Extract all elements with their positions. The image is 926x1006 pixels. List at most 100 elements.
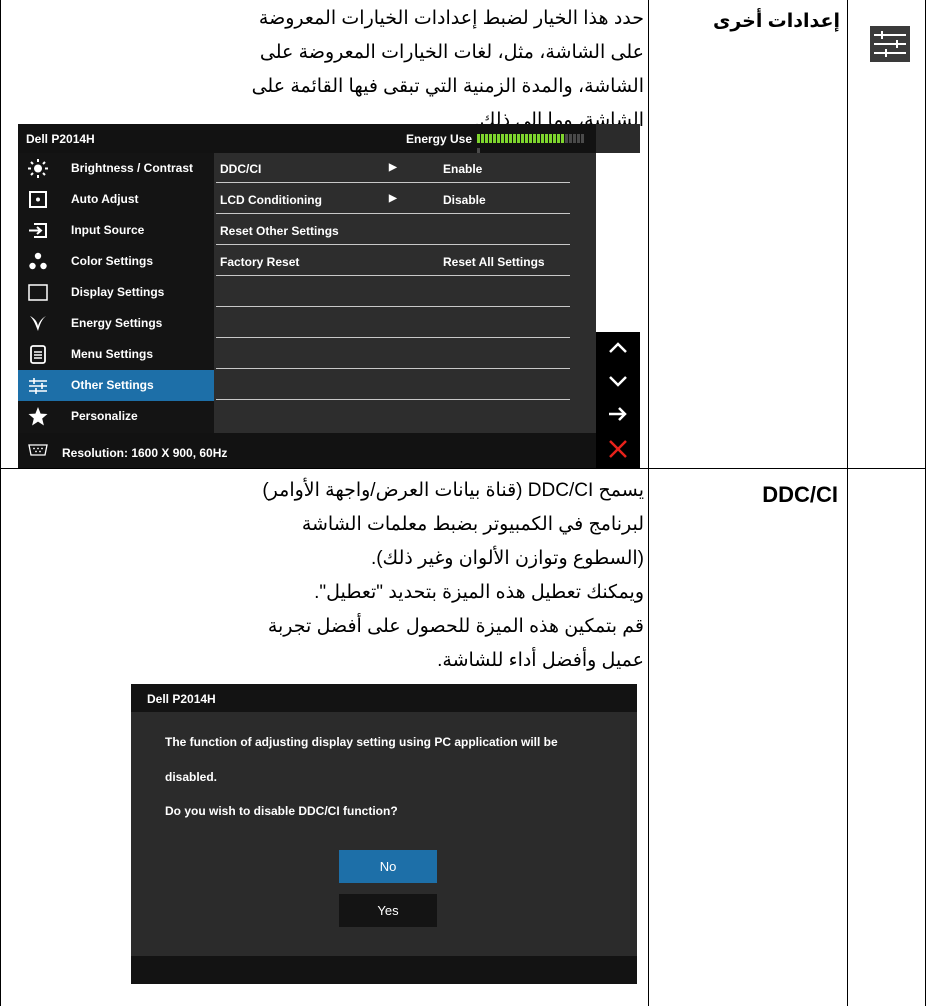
option-value: Disable	[443, 193, 486, 207]
energy-segment	[497, 134, 500, 143]
energy-segment	[529, 134, 532, 143]
right-arrow-icon	[609, 407, 627, 421]
menu-settings-icon	[30, 345, 46, 364]
dialog-message-continued: disabled.	[165, 770, 218, 784]
energy-segment	[489, 134, 492, 143]
energy-segment	[537, 134, 540, 143]
menu-item-brightness-contrast[interactable]: Brightness / Contrast	[18, 153, 214, 184]
energy-segment	[501, 134, 504, 143]
option-label: Factory Reset	[220, 255, 300, 269]
energy-segment	[545, 134, 548, 143]
option-value: Reset All Settings	[443, 255, 545, 269]
energy-segment	[481, 134, 484, 143]
submenu-row-factory-reset[interactable]: Factory Reset Reset All Settings	[214, 246, 596, 277]
energy-segment	[517, 134, 520, 143]
row-divider	[216, 182, 570, 183]
yes-button[interactable]: Yes	[339, 894, 437, 927]
energy-segment	[493, 134, 496, 143]
menu-item-label: Color Settings	[71, 254, 154, 268]
row-divider	[216, 368, 570, 369]
submenu-row-reset-other[interactable]: Reset Other Settings	[214, 215, 596, 246]
row-divider	[216, 306, 570, 307]
energy-segment	[569, 134, 572, 143]
dialog-question: Do you wish to disable DDC/CI function?	[165, 804, 398, 818]
close-icon	[609, 440, 627, 458]
ddc-ci-description: يسمح DDC/CI (قناة بيانات العرض/واجهة الأ…	[226, 474, 644, 678]
menu-item-label: Energy Settings	[71, 316, 163, 330]
up-button[interactable]	[596, 332, 640, 365]
osd-header: Dell P2014H Energy Use	[18, 124, 596, 157]
close-button[interactable]	[596, 431, 640, 468]
row-divider	[216, 213, 570, 214]
ddc-ci-title: DDC/CI	[762, 482, 838, 507]
down-button[interactable]	[596, 365, 640, 398]
osd-nav-buttons	[596, 153, 640, 468]
energy-segment	[565, 134, 568, 143]
display-settings-icon	[28, 284, 48, 301]
osd-main-menu: Brightness / Contrast Auto Adjust Input …	[18, 153, 214, 433]
row-divider	[216, 275, 570, 276]
energy-segment	[561, 134, 564, 143]
down-icon	[609, 376, 627, 387]
energy-segment	[477, 134, 480, 143]
osd-submenu: DDC/CI ▶ Enable LCD Conditioning ▶ Disab…	[214, 153, 596, 433]
brightness-icon	[28, 159, 48, 178]
menu-item-color-settings[interactable]: Color Settings	[18, 246, 214, 277]
menu-item-label: Input Source	[71, 223, 145, 237]
option-label: LCD Conditioning	[220, 193, 322, 207]
input-source-icon	[29, 223, 47, 238]
option-value: Enable	[443, 162, 483, 176]
paragraph: ويمكنك تعطيل هذه الميزة بتحديد "تعطيل".	[314, 582, 644, 603]
energy-segment	[577, 134, 580, 143]
dialog-footer	[131, 956, 637, 984]
osd-footer: Resolution: 1600 X 900, 60Hz	[18, 433, 596, 468]
menu-item-input-source[interactable]: Input Source	[18, 215, 214, 246]
color-settings-icon	[29, 252, 47, 270]
submenu-row-lcd-conditioning[interactable]: LCD Conditioning ▶ Disable	[214, 184, 596, 215]
menu-item-auto-adjust[interactable]: Auto Adjust	[18, 184, 214, 215]
other-settings-title: إعدادات أخرى	[712, 11, 840, 32]
menu-item-label: Display Settings	[71, 285, 165, 299]
right-button[interactable]	[596, 398, 640, 431]
row-divider	[216, 399, 570, 400]
menu-item-energy-settings[interactable]: Energy Settings	[18, 308, 214, 339]
menu-item-display-settings[interactable]: Display Settings	[18, 277, 214, 308]
table-border-left	[0, 0, 1, 1006]
energy-use-label: Energy Use	[406, 132, 473, 146]
energy-segment	[521, 134, 524, 143]
energy-segment	[553, 134, 556, 143]
menu-item-label: Menu Settings	[71, 347, 154, 361]
energy-segment	[525, 134, 528, 143]
monitor-connector-icon	[28, 444, 48, 456]
energy-segment	[513, 134, 516, 143]
menu-item-personalize[interactable]: Personalize	[18, 401, 214, 432]
row-divider	[0, 468, 926, 469]
energy-segment	[541, 134, 544, 143]
menu-item-label: Other Settings	[71, 378, 154, 392]
menu-item-other-settings[interactable]: Other Settings	[18, 370, 214, 401]
submenu-row-ddc-ci[interactable]: DDC/CI ▶ Enable	[214, 153, 596, 184]
row-divider	[216, 244, 570, 245]
option-arrow-icon: ▶	[389, 162, 397, 173]
dialog-title: Dell P2014H	[147, 692, 216, 706]
resolution-status: Resolution: 1600 X 900, 60Hz	[62, 446, 228, 460]
energy-segment	[557, 134, 560, 143]
energy-segment	[505, 134, 508, 143]
energy-settings-icon	[30, 316, 46, 331]
option-arrow-icon: ▶	[389, 193, 397, 204]
energy-segment	[533, 134, 536, 143]
table-divider-2	[847, 0, 848, 1006]
menu-item-menu-settings[interactable]: Menu Settings	[18, 339, 214, 370]
option-label: DDC/CI	[220, 162, 262, 176]
option-label: Reset Other Settings	[220, 224, 339, 238]
osd-model: Dell P2014H	[26, 132, 95, 146]
auto-adjust-icon	[29, 191, 47, 208]
paragraph: يسمح DDC/CI (قناة بيانات العرض/واجهة الأ…	[262, 480, 644, 569]
menu-item-label: Auto Adjust	[71, 192, 139, 206]
energy-segment	[549, 134, 552, 143]
energy-segment	[485, 134, 488, 143]
no-button[interactable]: No	[339, 850, 437, 883]
menu-item-label: Personalize	[71, 409, 138, 423]
ddc-ci-dialog: Dell P2014H The function of adjusting di…	[131, 684, 637, 984]
energy-segment	[581, 134, 584, 143]
